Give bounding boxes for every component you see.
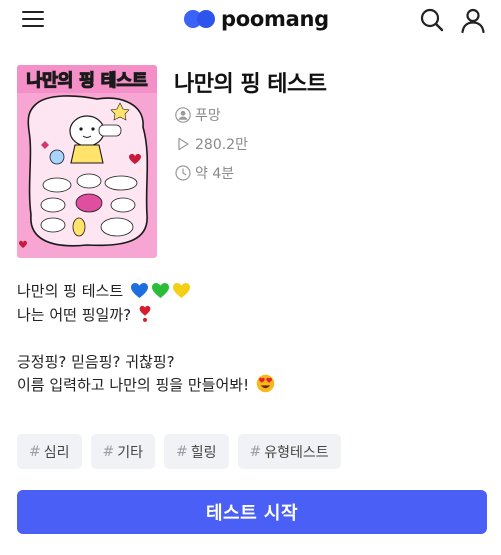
description-line-1: 나만의 핑 테스트 bbox=[17, 280, 275, 304]
author-name: 푸망 bbox=[195, 108, 221, 124]
tag-list: # 심리 # 기타 # 힐링 # 유형테스트 bbox=[17, 434, 341, 469]
tag-healing[interactable]: # 힐링 bbox=[164, 434, 229, 469]
yellow-heart-icon bbox=[172, 282, 190, 299]
test-description: 나만의 핑 테스트 나는 어떤 핑일까? 긍정핑? 믿음핑? 귀찮핑? 이름 입… bbox=[17, 280, 275, 398]
hamburger-menu-icon[interactable] bbox=[22, 10, 44, 28]
tag-hash: # bbox=[176, 443, 188, 460]
tag-hash: # bbox=[29, 443, 41, 460]
clock-icon bbox=[175, 165, 191, 181]
tag-label: 기타 bbox=[117, 444, 143, 461]
duration: 약 4분 bbox=[175, 163, 234, 183]
play-count: 280.2만 bbox=[175, 134, 248, 154]
tag-label: 심리 bbox=[43, 444, 70, 461]
heart-eyes-emoji-icon bbox=[256, 374, 275, 393]
author-avatar-icon bbox=[175, 107, 191, 123]
tag-type-test[interactable]: # 유형테스트 bbox=[237, 434, 341, 469]
tag-hash: # bbox=[249, 443, 262, 460]
play-icon bbox=[178, 137, 189, 151]
author-info[interactable]: 푸망 bbox=[175, 105, 221, 125]
description-line-5: 이름 입력하고 나만의 핑을 만들어봐! bbox=[17, 374, 275, 398]
start-test-button[interactable]: 테스트 시작 bbox=[17, 490, 487, 534]
blue-heart-icon bbox=[130, 282, 148, 299]
tag-hash: # bbox=[102, 443, 115, 460]
thumbnail-title-art: 나만의 핑 테스트 bbox=[26, 71, 148, 91]
search-icon[interactable] bbox=[419, 7, 445, 33]
play-count-value: 280.2만 bbox=[195, 137, 248, 153]
tag-label: 힐링 bbox=[190, 444, 217, 461]
duration-value: 약 4분 bbox=[195, 166, 235, 182]
top-header: poomang bbox=[0, 0, 501, 40]
description-line-2: 나는 어떤 핑일까? bbox=[17, 304, 275, 328]
description-text-2: 나는 어떤 핑일까? bbox=[17, 305, 132, 324]
test-title: 나만의 핑 테스트 bbox=[174, 72, 327, 97]
poomang-logo[interactable]: poomang bbox=[184, 6, 329, 32]
description-text-5: 이름 입력하고 나만의 핑을 만들어봐! bbox=[17, 376, 250, 394]
heart-exclamation-icon bbox=[139, 305, 151, 322]
green-heart-icon bbox=[151, 282, 169, 299]
test-thumbnail-image[interactable]: 나만의 핑 테스트 bbox=[17, 65, 157, 258]
logo-mark-icon bbox=[184, 8, 216, 30]
brand-name: poomang bbox=[221, 7, 329, 31]
description-text-1: 나만의 핑 테스트 bbox=[17, 282, 124, 300]
tag-etc[interactable]: # 기타 bbox=[90, 434, 155, 469]
tag-psychology[interactable]: # 심리 bbox=[17, 434, 82, 469]
tag-label: 유형테스트 bbox=[264, 444, 329, 461]
description-line-3 bbox=[17, 327, 275, 351]
description-line-4: 긍정핑? 믿음핑? 귀찮핑? bbox=[17, 352, 175, 371]
user-profile-icon[interactable] bbox=[460, 7, 486, 33]
